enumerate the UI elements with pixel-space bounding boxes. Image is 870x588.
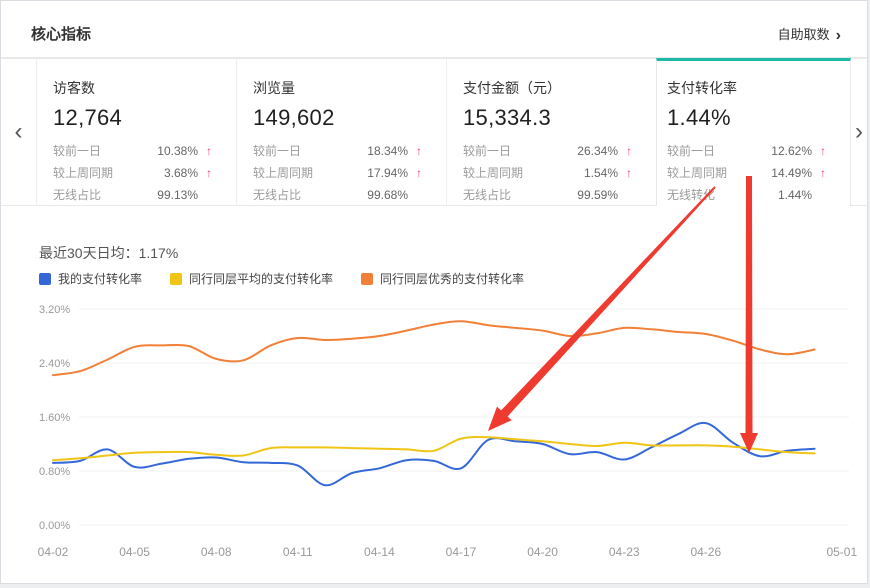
y-axis-tick: 2.40% (39, 358, 70, 370)
trend-up-icon: ↑ (812, 140, 826, 162)
series-line (53, 321, 815, 375)
trend-up-icon: ↑ (408, 140, 422, 162)
series-line (53, 437, 815, 460)
y-axis-tick: 3.20% (39, 304, 70, 316)
tab-conversion-rate[interactable]: 支付转化率 1.44% 较前一日 12.62%↑ 较上周同期 14.49%↑ 无… (656, 58, 851, 206)
metric-row: 较上周同期 14.49%↑ (667, 162, 826, 184)
chart-average-title: 最近30天日均：1.17% (39, 243, 178, 263)
legend-item-peer-average[interactable]: 同行同层平均的支付转化率 (170, 270, 333, 287)
tab-visitors[interactable]: 访客数 12,764 较前一日 10.38%↑ 较上周同期 3.68%↑ 无线占… (36, 58, 236, 206)
chart-legend: 我的支付转化率 同行同层平均的支付转化率 同行同层优秀的支付转化率 (39, 270, 552, 287)
metric-row: 较前一日 26.34%↑ (463, 140, 632, 162)
trend-chart-section: 最近30天日均：1.17% 我的支付转化率 同行同层平均的支付转化率 同行同层优… (1, 206, 867, 583)
tab-payment-amount[interactable]: 支付金额（元） 15,334.3 较前一日 26.34%↑ 较上周同期 1.54… (446, 58, 656, 206)
trend-up-icon: ↑ (408, 162, 422, 184)
chevron-right-icon: › (836, 27, 841, 44)
self-service-data-label: 自助取数 (778, 27, 830, 42)
x-axis-tick: 04-14 (364, 545, 395, 559)
tab-value: 1.44% (667, 105, 826, 131)
metric-row: 较上周同期 1.54%↑ (463, 162, 632, 184)
legend-item-peer-excellent[interactable]: 同行同层优秀的支付转化率 (361, 270, 524, 287)
metric-row: 无线占比 99.13%↑ (53, 184, 212, 206)
self-service-data-link[interactable]: 自助取数 › (778, 24, 841, 45)
metric-row: 无线占比 99.68%↑ (253, 184, 422, 206)
panel-header: 核心指标 自助取数 › (1, 1, 867, 58)
metric-tab-strip: ‹ 访客数 12,764 较前一日 10.38%↑ 较上周同期 3.68%↑ 无… (1, 58, 867, 206)
metric-row: 较上周同期 17.94%↑ (253, 162, 422, 184)
carousel-next-zone: › (851, 58, 867, 206)
legend-swatch-yellow (170, 273, 182, 285)
metric-row: 较前一日 10.38%↑ (53, 140, 212, 162)
tab-title: 浏览量 (253, 78, 422, 98)
metric-row: 较前一日 18.34%↑ (253, 140, 422, 162)
x-axis-tick: 04-26 (690, 545, 721, 559)
core-metrics-panel: 核心指标 自助取数 › ‹ 访客数 12,764 较前一日 10.38%↑ 较上周… (0, 0, 868, 584)
x-axis-tick: 04-02 (38, 545, 69, 559)
trend-up-icon: ↑ (812, 162, 826, 184)
x-axis-tick: 04-08 (201, 545, 232, 559)
legend-item-my-rate[interactable]: 我的支付转化率 (39, 270, 142, 287)
trend-up-icon: ↑ (618, 140, 632, 162)
trend-up-icon: ↑ (198, 162, 212, 184)
next-button[interactable]: › (855, 120, 863, 144)
tab-title: 支付转化率 (667, 78, 826, 98)
page-title: 核心指标 (31, 23, 91, 44)
y-axis-tick: 0.80% (39, 466, 70, 478)
series-line (53, 423, 815, 485)
tab-title: 支付金额（元） (463, 78, 632, 98)
tab-value: 15,334.3 (463, 105, 632, 131)
metric-row: 无线转化 1.44%↑ (667, 184, 826, 206)
metric-row: 较上周同期 3.68%↑ (53, 162, 212, 184)
tab-pageviews[interactable]: 浏览量 149,602 较前一日 18.34%↑ 较上周同期 17.94%↑ 无… (236, 58, 446, 206)
prev-button[interactable]: ‹ (15, 120, 23, 144)
trend-up-icon: ↑ (618, 162, 632, 184)
y-axis-tick: 1.60% (39, 412, 70, 424)
metric-row: 较前一日 12.62%↑ (667, 140, 826, 162)
metric-row: 无线占比 99.59%↑ (463, 184, 632, 206)
x-axis-tick: 04-05 (119, 545, 150, 559)
x-axis-tick: 05-01 (826, 545, 857, 559)
x-axis-tick: 04-11 (283, 545, 313, 559)
trend-up-icon: ↑ (198, 140, 212, 162)
legend-swatch-blue (39, 273, 51, 285)
trend-line-chart[interactable]: 0.00% 0.80% 1.60% 2.40% 3.20% 04-02 04-05 04-08… (1, 294, 870, 584)
x-axis-tick: 04-23 (609, 545, 640, 559)
tab-title: 访客数 (53, 78, 212, 98)
y-axis-tick: 0.00% (39, 520, 70, 532)
tab-value: 12,764 (53, 105, 212, 131)
carousel-prev-zone: ‹ (1, 58, 36, 206)
tab-value: 149,602 (253, 105, 422, 131)
x-axis-tick: 04-17 (446, 545, 477, 559)
x-axis-tick: 04-20 (527, 545, 558, 559)
legend-swatch-orange (361, 273, 373, 285)
